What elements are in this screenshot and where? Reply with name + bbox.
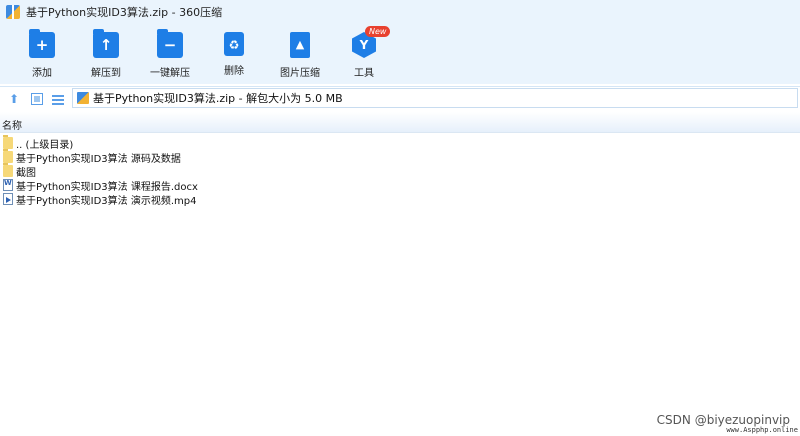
list-item[interactable]: 基于Python实现ID3算法 源码及数据: [0, 149, 800, 165]
item-label: .. (上级目录): [16, 139, 74, 151]
list-item[interactable]: .. (上级目录): [0, 135, 800, 151]
window-title: 基于Python实现ID3算法.zip - 360压缩: [26, 6, 223, 19]
add-button[interactable]: + 添加: [12, 28, 72, 80]
csdn-watermark: CSDN @biyezuopinvip: [656, 413, 790, 427]
title-bar: 基于Python实现ID3算法.zip - 360压缩: [0, 0, 800, 24]
file-list: .. (上级目录) 基于Python实现ID3算法 源码及数据 截图 基于Pyt…: [0, 135, 800, 207]
site-watermark: www.Aspphp.online: [726, 426, 798, 434]
address-row: ⬆ 基于Python实现ID3算法.zip - 解包大小为 5.0 MB: [0, 86, 800, 111]
new-badge: New: [365, 26, 391, 37]
tools-label: 工具: [354, 68, 374, 79]
item-label: 基于Python实现ID3算法 源码及数据: [16, 153, 181, 165]
item-label: 基于Python实现ID3算法 演示视频.mp4: [16, 195, 197, 207]
up-arrow-icon[interactable]: ⬆: [9, 93, 21, 105]
item-label: 基于Python实现ID3算法 课程报告.docx: [16, 181, 198, 193]
address-path: 基于Python实现ID3算法.zip - 解包大小为 5.0 MB: [93, 92, 343, 105]
list-item[interactable]: 基于Python实现ID3算法 演示视频.mp4: [0, 192, 800, 207]
folder-icon: [3, 149, 13, 163]
one-click-extract-label: 一键解压: [150, 68, 190, 79]
image-compress-button[interactable]: ▲ 图片压缩: [270, 28, 330, 80]
video-file-icon: [3, 193, 13, 205]
add-button-label: 添加: [32, 68, 52, 79]
recycle-bin-icon: ♻: [224, 32, 244, 56]
word-document-icon: [3, 179, 13, 191]
add-folder-icon: +: [29, 29, 55, 58]
image-compress-icon: ▲: [290, 32, 310, 58]
column-header-name[interactable]: 名称: [2, 117, 22, 132]
extract-to-label: 解压到: [91, 68, 121, 79]
folder-icon: [3, 163, 13, 177]
delete-label: 删除: [224, 66, 244, 77]
zip-file-icon: [77, 92, 89, 104]
toolbar: + 添加 ↑ 解压到 − 一键解压 ♻ 删除 ▲ 图片压缩 Y 工具 New: [0, 24, 800, 84]
item-label: 截图: [16, 167, 36, 179]
list-view-icon[interactable]: [52, 93, 64, 105]
list-item[interactable]: 基于Python实现ID3算法 课程报告.docx: [0, 178, 800, 193]
extract-to-button[interactable]: ↑ 解压到: [76, 28, 136, 80]
address-bar[interactable]: 基于Python实现ID3算法.zip - 解包大小为 5.0 MB: [72, 88, 798, 108]
extract-to-icon: ↑: [93, 29, 119, 58]
list-header: 名称: [0, 112, 800, 133]
folder-icon: [3, 135, 13, 149]
zip-app-icon: [6, 5, 20, 19]
image-compress-label: 图片压缩: [280, 68, 320, 79]
list-item[interactable]: 截图: [0, 163, 800, 179]
delete-button[interactable]: ♻ 删除: [204, 28, 264, 80]
one-click-extract-button[interactable]: − 一键解压: [140, 28, 200, 80]
one-click-extract-icon: −: [157, 29, 183, 58]
thumbnail-view-icon[interactable]: [31, 93, 43, 105]
